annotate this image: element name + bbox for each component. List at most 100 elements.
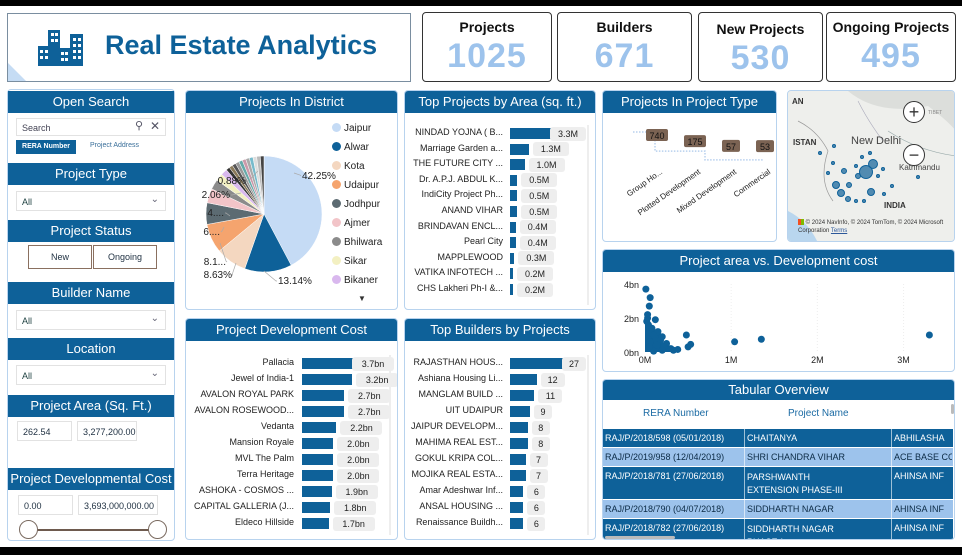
map-point[interactable]	[846, 182, 852, 188]
builder-name-dropdown[interactable]: All ⌄	[16, 310, 166, 330]
map-point[interactable]	[831, 161, 835, 165]
legend-item-jodhpur[interactable]: Jodhpur	[332, 199, 380, 210]
map-point[interactable]	[818, 151, 822, 155]
table-row[interactable]: RAJ/P/2018/790 (04/07/2018) SIDDHARTH NAG…	[603, 500, 953, 519]
map-point[interactable]	[916, 175, 920, 179]
legend-item-kota[interactable]: Kota	[332, 161, 365, 172]
bar[interactable]	[302, 454, 334, 465]
area-max-input[interactable]: 3,277,200.00	[77, 421, 137, 441]
map-panel[interactable]: AN ISTAN New Delhi TIBET Kathmandu INDIA…	[787, 90, 955, 242]
bar[interactable]	[302, 406, 345, 417]
bar[interactable]	[302, 486, 332, 497]
map-point[interactable]	[890, 184, 894, 188]
scatter-point[interactable]	[757, 335, 765, 343]
search-input[interactable]: Search ⚲ ✕	[16, 118, 166, 136]
bar[interactable]	[302, 422, 337, 433]
bar[interactable]	[510, 206, 518, 217]
map-point[interactable]	[837, 189, 845, 197]
legend-item-ajmer[interactable]: Ajmer	[332, 218, 370, 229]
scrollbar[interactable]	[587, 125, 589, 305]
area-min-input[interactable]: 262.54	[17, 421, 72, 441]
map-point[interactable]	[882, 192, 886, 196]
search-mode-address[interactable]: Project Address	[90, 142, 139, 149]
cost-min-input[interactable]: 0.00	[18, 495, 73, 515]
bar[interactable]	[510, 159, 525, 171]
clear-icon[interactable]: ✕	[150, 119, 160, 133]
zoom-out-button[interactable]: −	[903, 144, 925, 166]
bar[interactable]	[510, 284, 513, 295]
legend-item-udaipur[interactable]: Udaipur	[332, 180, 379, 191]
scatter-point[interactable]	[650, 331, 658, 339]
bar[interactable]	[510, 221, 516, 233]
scatter-point[interactable]	[925, 331, 933, 339]
bar[interactable]	[302, 470, 334, 481]
bar[interactable]	[510, 268, 513, 280]
map-point[interactable]	[832, 144, 836, 148]
map-point[interactable]	[826, 171, 830, 175]
terms-link[interactable]: Terms	[831, 228, 847, 234]
column-header-rera[interactable]: RERA Number	[643, 408, 709, 419]
scrollbar[interactable]	[389, 355, 391, 535]
map-point[interactable]	[867, 188, 875, 196]
search-mode-rera[interactable]: RERA Number	[16, 140, 76, 154]
scatter-point[interactable]	[731, 338, 739, 346]
bar[interactable]	[302, 518, 329, 529]
status-new-button[interactable]: New	[28, 245, 92, 269]
status-ongoing-button[interactable]: Ongoing	[93, 245, 157, 269]
bar[interactable]	[510, 190, 518, 202]
zoom-in-button[interactable]: +	[903, 101, 925, 123]
legend-item-sikar[interactable]: Sikar	[332, 256, 367, 267]
cost-max-input[interactable]: 3,693,000,000.00	[78, 495, 158, 515]
bar[interactable]	[510, 390, 535, 401]
bar[interactable]	[510, 438, 528, 449]
bar[interactable]	[510, 422, 528, 433]
bar[interactable]	[510, 252, 515, 264]
map-point[interactable]	[862, 199, 866, 203]
map-point[interactable]	[832, 181, 840, 189]
cost-slider-min-handle[interactable]	[19, 520, 38, 539]
vertical-scrollbar[interactable]	[951, 404, 954, 414]
legend-item-alwar[interactable]: Alwar	[332, 142, 369, 153]
scatter-point[interactable]	[682, 331, 690, 339]
map-point[interactable]	[876, 174, 880, 178]
legend-item-jaipur[interactable]: Jaipur	[332, 123, 371, 134]
bar[interactable]	[510, 174, 518, 186]
legend-scroll-down-icon[interactable]: ▼	[358, 294, 366, 303]
map-point[interactable]	[845, 196, 851, 202]
scatter-point[interactable]	[651, 316, 659, 324]
map-point[interactable]	[854, 164, 858, 168]
bar[interactable]	[510, 486, 524, 497]
bar[interactable]	[510, 237, 516, 249]
table-row[interactable]: RAJ/P/2018/598 (05/01/2018) CHAITANYA ABHI…	[603, 429, 953, 448]
map-point[interactable]	[860, 155, 864, 159]
scatter-point[interactable]	[645, 302, 653, 310]
bar[interactable]	[302, 390, 345, 401]
bar[interactable]	[510, 374, 537, 385]
cost-slider-max-handle[interactable]	[148, 520, 167, 539]
scatter-point[interactable]	[658, 346, 666, 354]
scatter-point[interactable]	[669, 346, 677, 354]
search-icon[interactable]: ⚲	[135, 119, 143, 132]
bar[interactable]	[510, 454, 526, 465]
cost-slider-track[interactable]	[28, 529, 158, 531]
scatter-point[interactable]	[653, 341, 661, 349]
bar[interactable]	[510, 470, 526, 481]
project-type-dropdown[interactable]: All ⌄	[16, 191, 166, 211]
bar[interactable]	[510, 406, 530, 417]
table-row[interactable]: RAJ/P/2019/958 (12/04/2019) SHRI CHANDRA …	[603, 448, 953, 467]
bar[interactable]	[302, 374, 353, 385]
scatter-point[interactable]	[645, 343, 653, 351]
bar[interactable]	[302, 438, 334, 449]
scatter-point[interactable]	[646, 294, 654, 302]
bar[interactable]	[510, 143, 529, 155]
horizontal-scrollbar[interactable]	[605, 536, 675, 539]
scrollbar[interactable]	[587, 355, 589, 535]
scatter-point[interactable]	[648, 324, 656, 332]
bar[interactable]	[510, 518, 524, 529]
scatter-point[interactable]	[642, 285, 650, 293]
map-point[interactable]	[881, 167, 885, 171]
scatter-point[interactable]	[687, 340, 695, 348]
bar[interactable]	[302, 502, 331, 513]
bar[interactable]	[510, 502, 524, 513]
location-dropdown[interactable]: All ⌄	[16, 365, 166, 385]
